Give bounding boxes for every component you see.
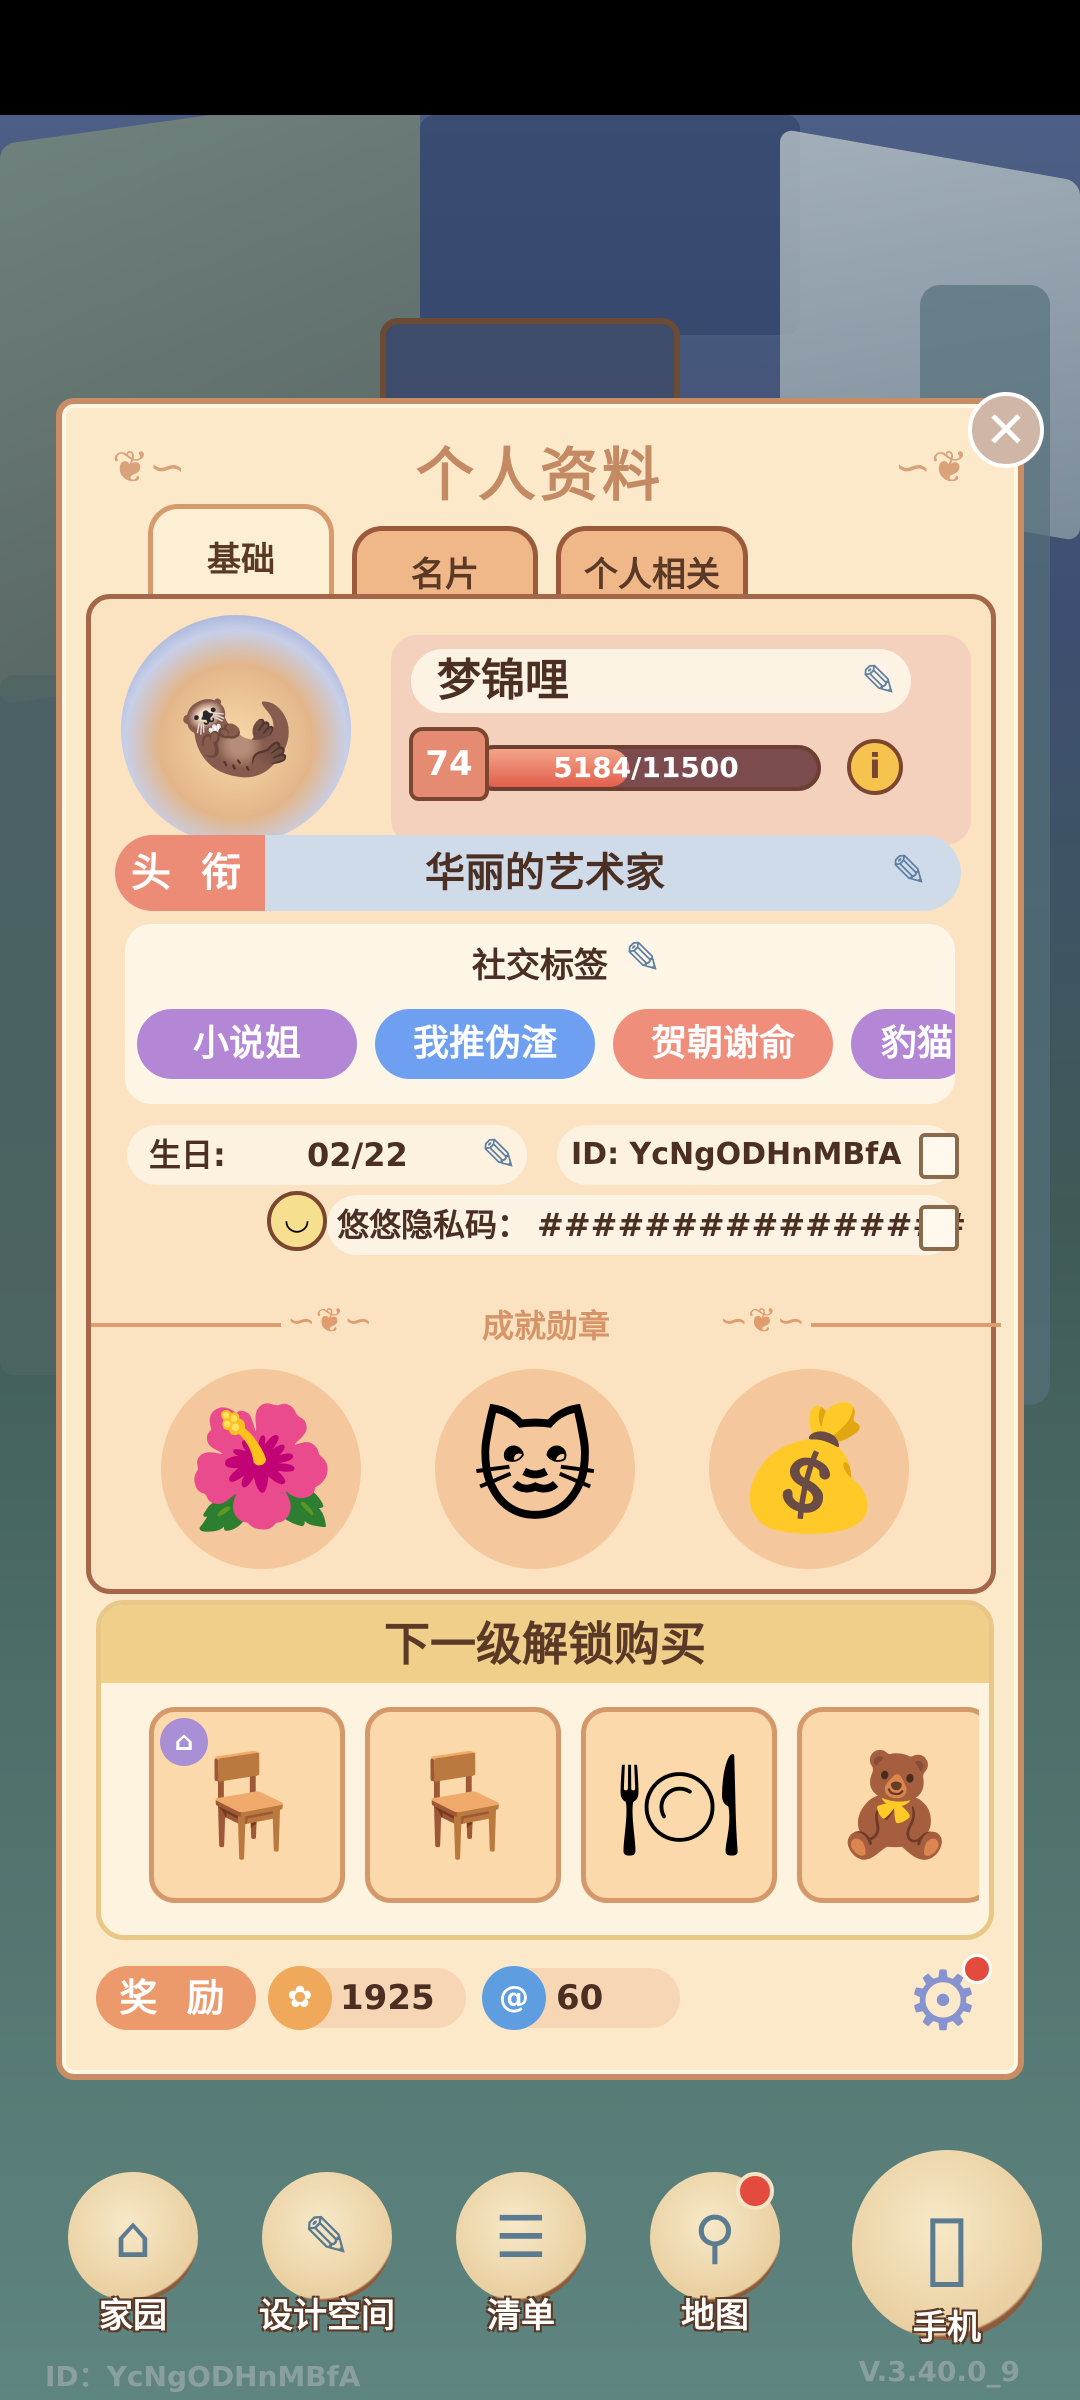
nav-map-label: 地图 [681,2296,749,2336]
privacy-label: 悠悠隐私码： [337,1206,530,1244]
next-level-unlock-box: 下一级解锁购买 🪑 ⌂ 🪑 🍽 🧸 [96,1600,994,1940]
xp-text: 5184/11500 [553,751,739,784]
flower-pot-icon: 🌺 [186,1399,336,1538]
birthday-value: 02/22 [307,1136,408,1174]
design-tools-icon: ✎ [262,2172,392,2302]
edit-social-tags-icon[interactable]: ✎ [615,930,671,986]
shop-badge-icon: ⌂ [160,1718,208,1766]
privacy-value: ################ [537,1206,966,1244]
info-icon[interactable]: i [847,739,903,795]
avatar[interactable]: 🦦 [121,615,351,845]
unlock-item-pink-chair[interactable]: 🪑 ⌂ [149,1707,345,1903]
social-tag[interactable]: 小说姐 [137,1009,357,1079]
xp-bar: 5184/11500 [471,745,821,791]
medal-money-bag[interactable]: 💰 [699,1359,919,1579]
gem-reward: @ 60 [482,1966,680,2030]
notification-badge [962,1954,992,1984]
coin-icon: ✿ [268,1966,332,2030]
coin-amount: 1925 [340,1978,435,2018]
reward-label: 奖 励 [96,1966,256,2030]
nav-design-space[interactable]: ✎ 设计空间 [252,2172,402,2337]
title-value: 华丽的艺术家 [425,850,665,896]
gem-amount: 60 [556,1978,604,2018]
map-notification-badge [736,2172,774,2210]
home-icon: ⌂ [68,2172,198,2302]
unlock-title: 下一级解锁购买 [101,1605,989,1683]
nav-phone[interactable]: ▯ 手机 [852,2150,1042,2349]
player-name: 梦锦哩 [411,649,911,713]
title-label: 头 衔 [115,835,265,911]
player-id: ID: YcNgODHnMBfA [571,1137,902,1172]
nav-list-label: 清单 [487,2296,555,2336]
tab-basic[interactable]: 基础 [148,504,334,604]
basic-info-section: 🦦 梦锦哩 ✎ 5184/11500 74 i 头 衔 华丽的艺术家 ✎ 社交标… [86,594,1001,1594]
hello-kitty-icon: 🐱 [472,1399,598,1539]
nav-phone-label: 手机 [913,2308,981,2348]
nav-home-label: 家园 [99,2296,167,2336]
nav-design-space-label: 设计空间 [259,2296,395,2336]
money-bag-icon: 💰 [734,1399,884,1538]
chair-icon: 🪑 [400,1746,526,1863]
close-button[interactable]: ✕ [968,392,1044,468]
bear-plush-icon: 🧸 [832,1746,958,1863]
edit-title-icon[interactable]: ✎ [881,843,937,899]
unlock-item-round-table[interactable]: 🍽 [581,1707,777,1903]
nav-list[interactable]: ☰ 清单 [446,2172,596,2337]
swirl-gem-icon: @ [482,1966,546,2030]
id-pill: ID: YcNgODHnMBfA [557,1125,957,1185]
chair-icon: 🪑 [184,1746,310,1863]
social-tag[interactable]: 我推伪渣 [375,1009,595,1079]
unlock-item-bear-plush[interactable]: 🧸 [797,1707,979,1903]
social-tag[interactable]: 贺朝谢俞 [613,1009,833,1079]
unlock-items-list: 🪑 ⌂ 🪑 🍽 🧸 [149,1707,979,1907]
coin-reward: ✿ 1925 [268,1966,466,2030]
copy-privacy-icon[interactable] [919,1205,959,1251]
footer-player-id: ID：YcNgODHnMBfA [45,2360,361,2393]
social-tags-box: 社交标签 ✎ 小说姐 我推伪渣 贺朝谢俞 豹猫 [125,924,955,1104]
list-icon: ☰ [456,2172,586,2302]
social-tags-title: 社交标签 [472,946,608,986]
edit-name-icon[interactable]: ✎ [851,653,907,709]
medal-hello-kitty[interactable]: 🐱 [425,1359,645,1579]
panel-title: 个人资料 [415,441,664,509]
edit-birthday-icon[interactable]: ✎ [471,1127,527,1183]
version-label: V.3.40.0_9 [858,2355,1020,2388]
background-pond [420,115,800,335]
privacy-pill: 悠悠隐私码： ################ [327,1195,966,1255]
table-icon: 🍽 [615,1746,743,1863]
medal-flower-pot[interactable]: 🌺 [151,1359,371,1579]
birthday-label: 生日: [149,1136,226,1174]
birthday-pill: 生日: 02/22 [127,1125,527,1185]
profile-panel: ❦∽ ∽❦ 个人资料 ✕ 基础 名片 个人相关 🦦 梦锦哩 ✎ 5184/115… [56,392,1044,2080]
nav-home[interactable]: ⌂ 家园 [58,2172,208,2337]
social-tag[interactable]: 豹猫 [851,1009,955,1079]
achievements-title: 成就勋章 [481,1307,610,1345]
nav-map[interactable]: ⚲ 地图 [640,2172,790,2337]
unlock-item-wood-chair[interactable]: 🪑 [365,1707,561,1903]
status-bar [0,0,1080,115]
level-badge: 74 [409,727,489,801]
copy-id-icon[interactable] [919,1133,959,1179]
achievements-divider: ∽❦∽ ∽❦∽ 成就勋章 [91,1301,1001,1345]
title-row: 头 衔 华丽的艺术家 [115,835,961,911]
privacy-avatar-icon: ◡ [267,1191,327,1251]
